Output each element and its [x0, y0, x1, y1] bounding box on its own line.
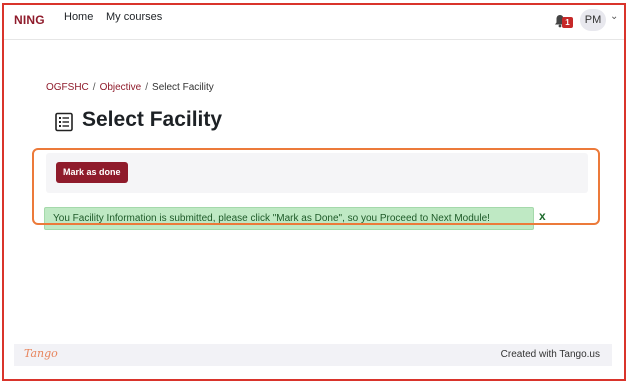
breadcrumb-current: Select Facility	[152, 82, 214, 93]
top-navbar: NING Home My courses 1 PM ⌄	[4, 5, 624, 40]
page-title: Select Facility	[82, 108, 223, 131]
tango-logo: Tango	[24, 347, 58, 360]
notification-count-badge: 1	[562, 17, 573, 28]
nav-my-courses-link[interactable]: My courses	[106, 11, 162, 23]
breadcrumb-link-ogfshc[interactable]: OGFSHC	[46, 82, 89, 93]
breadcrumb-link-objective[interactable]: Objective	[100, 82, 142, 93]
tango-credit: Created with Tango.us	[500, 349, 600, 360]
tango-footer: Tango Created with Tango.us	[14, 344, 612, 366]
breadcrumb-separator: /	[92, 82, 96, 93]
site-brand[interactable]: NING	[14, 13, 45, 27]
nav-home-link[interactable]: Home	[64, 11, 93, 23]
tango-highlight-box	[32, 148, 600, 225]
breadcrumb-separator: /	[145, 82, 149, 93]
page-list-icon	[55, 112, 73, 132]
chevron-down-icon[interactable]: ⌄	[610, 11, 618, 22]
user-avatar[interactable]: PM	[580, 9, 606, 31]
breadcrumb: OGFSHC / Objective / Select Facility	[46, 82, 214, 93]
screenshot-frame: NING Home My courses 1 PM ⌄ OGFSHC / Objec…	[2, 3, 626, 381]
